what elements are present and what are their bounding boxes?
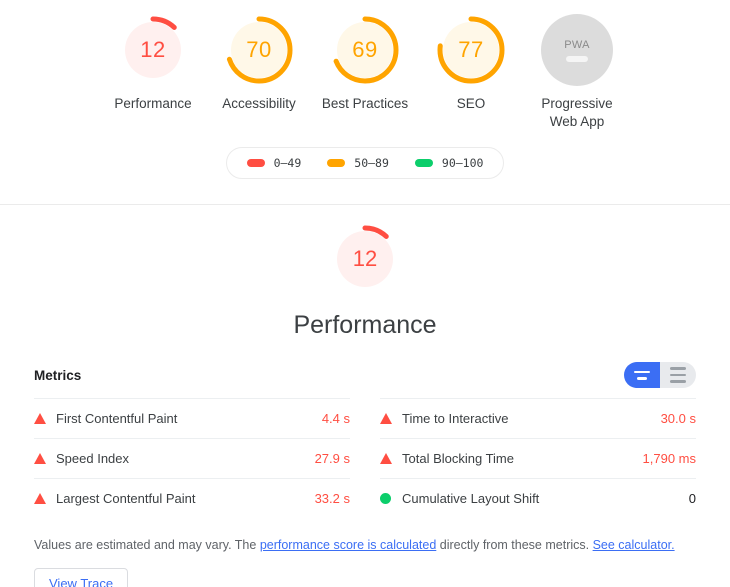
legend-item-average: 50–89	[327, 156, 389, 170]
category-gauge-performance: 12	[329, 223, 401, 295]
metrics-column-left: First Contentful Paint 4.4 s Speed Index…	[34, 398, 350, 518]
toggle-detailed-view-button[interactable]	[660, 362, 696, 388]
gauge-arc-performance: 12	[117, 14, 189, 86]
gauge-arc-progressive-web-app: PWA	[541, 14, 613, 86]
toggle-bar-icon	[637, 377, 647, 380]
legend-label-average: 50–89	[354, 156, 389, 170]
legend-swatch-average-icon	[327, 159, 346, 167]
metric-name: Speed Index	[56, 451, 130, 466]
metrics-header: Metrics	[0, 362, 730, 388]
triangle-warning-icon	[34, 453, 56, 464]
metric-row[interactable]: Cumulative Layout Shift 0	[380, 478, 696, 518]
legend-swatch-fail-icon	[246, 159, 265, 167]
metrics-columns: First Contentful Paint 4.4 s Speed Index…	[0, 398, 730, 518]
metric-row[interactable]: Total Blocking Time 1,790 ms	[380, 438, 696, 478]
gauge-score-seo: 77	[458, 37, 484, 62]
view-trace-button[interactable]: View Trace	[34, 568, 129, 587]
gauge-best-practices[interactable]: 69 Best Practices	[318, 14, 412, 113]
toggle-bar-icon	[670, 380, 686, 383]
toggle-bar-icon	[634, 370, 650, 373]
performance-score-link[interactable]: performance score is calculated	[260, 538, 436, 552]
legend-item-fail: 0–49	[246, 156, 302, 170]
toggle-bar-icon	[670, 373, 686, 377]
gauge-label-seo: SEO	[456, 96, 486, 111]
score-gauges: 12 Performance 70 Accessibility 69 Best …	[0, 0, 730, 131]
see-calculator-link[interactable]: See calculator.	[593, 538, 675, 552]
metric-row[interactable]: Speed Index 27.9 s	[34, 438, 350, 478]
gauge-seo[interactable]: 77 SEO	[424, 14, 518, 113]
gauge-progressive-web-app[interactable]: PWA Progressive Web App	[530, 14, 624, 131]
metric-row[interactable]: First Contentful Paint 4.4 s	[34, 398, 350, 438]
metric-name: Cumulative Layout Shift	[402, 491, 540, 506]
category-header: 12 Performance	[0, 205, 730, 340]
score-legend: 0–49 50–89 90–100	[225, 147, 505, 179]
footnote-text-part1: Values are estimated and may vary. The	[34, 538, 260, 552]
metrics-view-toggle[interactable]	[624, 362, 696, 388]
metric-value: 27.9 s	[314, 451, 350, 466]
metrics-footnote: Values are estimated and may vary. The p…	[0, 536, 730, 554]
pwa-dash-icon	[566, 55, 588, 62]
toggle-bar-icon	[670, 367, 686, 370]
legend-label-fail: 0–49	[273, 156, 302, 170]
metric-value: 30.0 s	[660, 411, 696, 426]
metric-value: 0	[688, 491, 696, 506]
footnote-text-part2: directly from these metrics.	[436, 538, 593, 552]
gauge-arc-seo: 77	[435, 14, 507, 86]
metric-value: 1,790 ms	[642, 451, 696, 466]
gauge-label-progressive-web-app: Progressive Web App	[541, 96, 613, 129]
metrics-section-title: Metrics	[34, 367, 82, 383]
legend-label-pass: 90–100	[441, 156, 484, 170]
gauge-accessibility[interactable]: 70 Accessibility	[212, 14, 306, 113]
metric-row[interactable]: Time to Interactive 30.0 s	[380, 398, 696, 438]
gauge-label-best-practices: Best Practices	[321, 96, 409, 111]
metric-value: 4.4 s	[321, 411, 350, 426]
gauge-label-performance: Performance	[114, 96, 192, 111]
metric-name: Time to Interactive	[402, 411, 509, 426]
lighthouse-report: 12 Performance 70 Accessibility 69 Best …	[0, 0, 730, 587]
category-title: Performance	[293, 311, 437, 339]
triangle-warning-icon	[34, 493, 56, 504]
metrics-column-right: Time to Interactive 30.0 s Total Blockin…	[380, 398, 696, 518]
pwa-badge-text: PWA	[564, 38, 590, 51]
gauge-arc-accessibility: 70	[223, 14, 295, 86]
metric-name: First Contentful Paint	[56, 411, 178, 426]
metric-name: Largest Contentful Paint	[56, 491, 196, 506]
metric-row[interactable]: Largest Contentful Paint 33.2 s	[34, 478, 350, 518]
score-legend-row: 0–49 50–89 90–100	[0, 147, 730, 179]
triangle-warning-icon	[380, 413, 402, 424]
metrics-actions: View Trace	[0, 568, 730, 587]
circle-pass-icon	[380, 493, 402, 504]
toggle-simple-view-button[interactable]	[624, 362, 660, 388]
legend-item-pass: 90–100	[414, 156, 484, 170]
category-score: 12	[352, 246, 378, 271]
legend-swatch-pass-icon	[414, 159, 433, 167]
gauge-performance[interactable]: 12 Performance	[106, 14, 200, 113]
gauge-label-accessibility: Accessibility	[222, 96, 296, 111]
gauge-score-performance: 12	[140, 37, 166, 62]
gauge-score-accessibility: 70	[246, 37, 272, 62]
gauge-arc-best-practices: 69	[329, 14, 401, 86]
triangle-warning-icon	[380, 453, 402, 464]
triangle-warning-icon	[34, 413, 56, 424]
gauge-score-best-practices: 69	[352, 37, 378, 62]
metric-value: 33.2 s	[314, 491, 350, 506]
metric-name: Total Blocking Time	[402, 451, 514, 466]
